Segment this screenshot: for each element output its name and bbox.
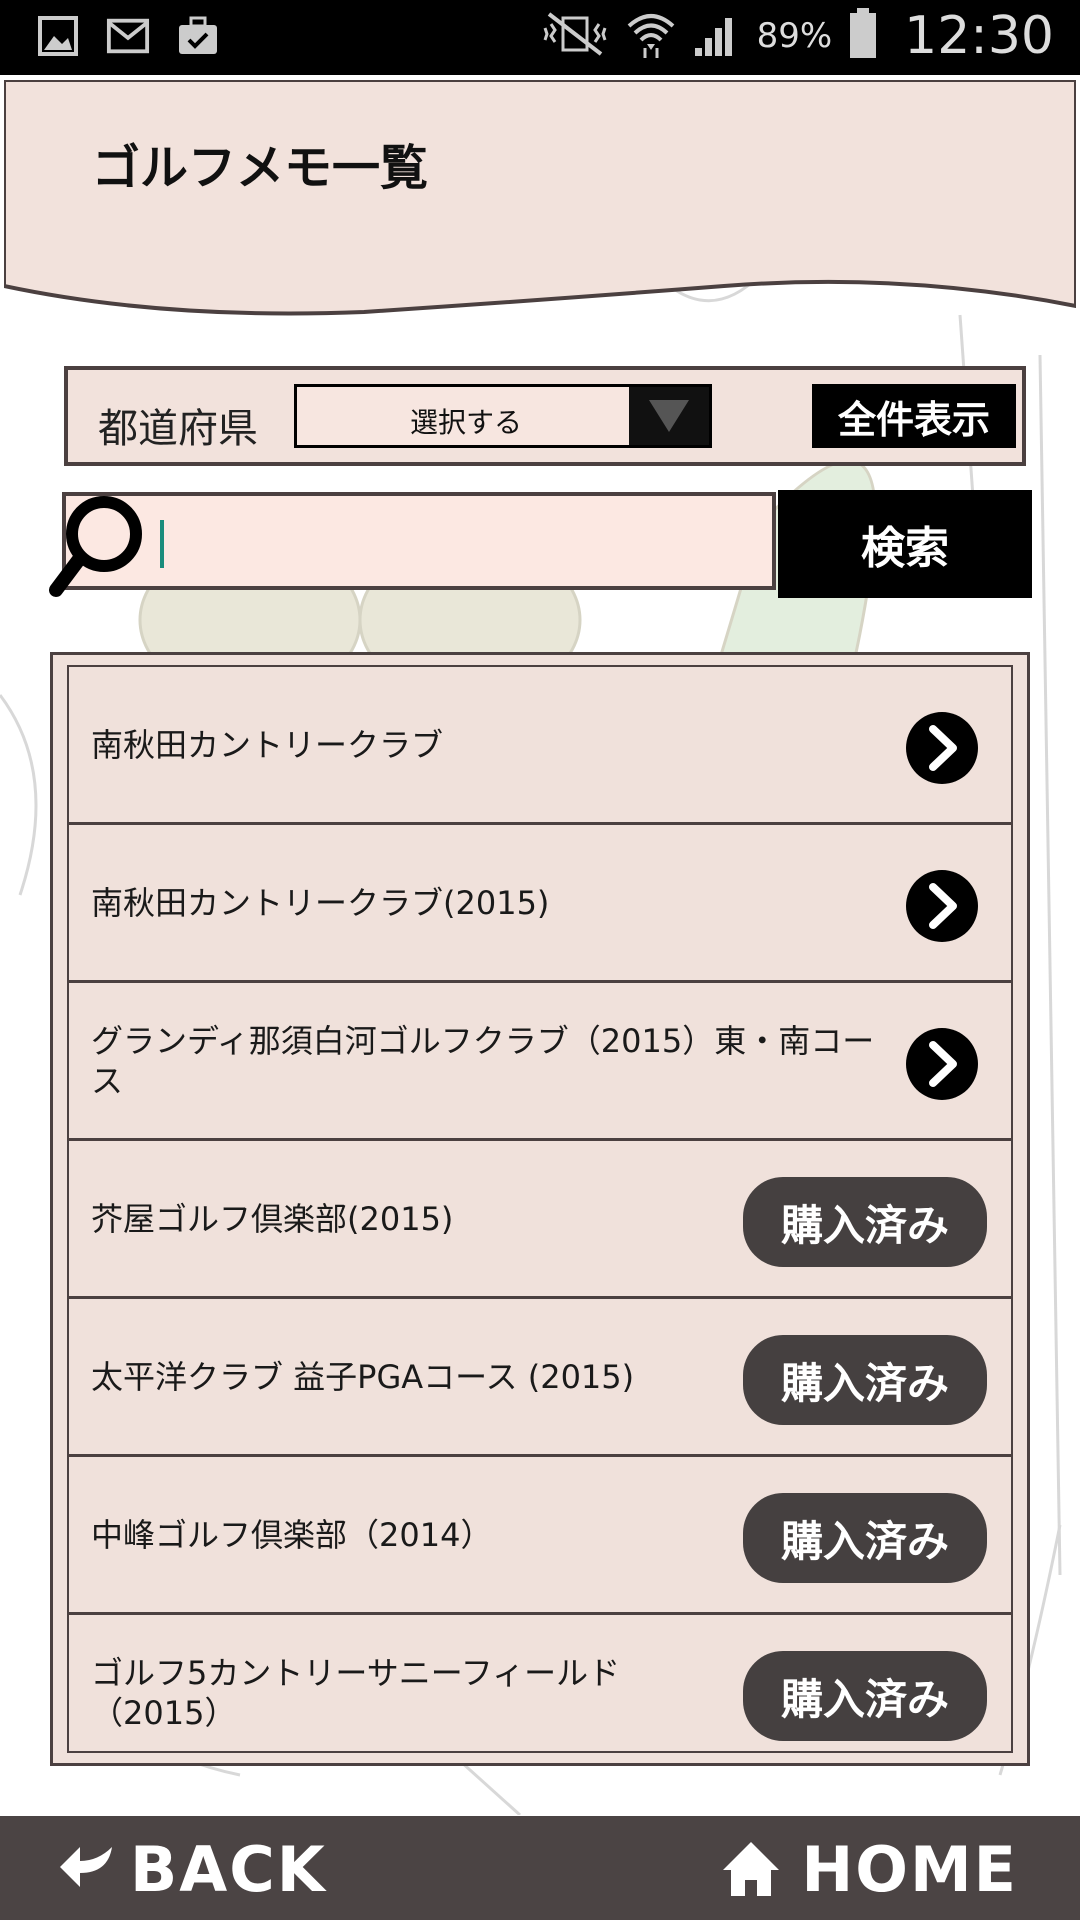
chevron-right-icon[interactable]: [905, 1027, 979, 1101]
course-list-inner: 南秋田カントリークラブ 南秋田カントリークラブ(2015) グランディ那須白河ゴ…: [67, 665, 1013, 1753]
list-item[interactable]: 南秋田カントリークラブ: [69, 667, 1011, 825]
list-item[interactable]: 芥屋ゴルフ倶楽部(2015) 購入済み: [69, 1141, 1011, 1299]
course-name: 中峰ゴルフ倶楽部（2014）: [91, 1515, 493, 1554]
search-button[interactable]: 検索: [778, 490, 1032, 598]
search-input[interactable]: [156, 508, 760, 574]
home-icon: [723, 1842, 780, 1896]
list-item[interactable]: 中峰ゴルフ倶楽部（2014） 購入済み: [69, 1457, 1011, 1615]
gallery-icon: [36, 14, 80, 58]
battery-icon: [848, 8, 878, 64]
home-button[interactable]: HOME: [721, 1832, 1018, 1906]
search-icon: [49, 496, 142, 597]
wifi-icon: [625, 8, 677, 64]
prefecture-select[interactable]: 選択する: [294, 384, 712, 448]
header: [4, 80, 1076, 320]
page-title: ゴルフメモ一覧: [92, 140, 429, 196]
chevron-right-icon[interactable]: [905, 711, 979, 785]
status-bar: 89% 12:30: [0, 0, 1080, 75]
briefcase-icon: [176, 14, 220, 58]
course-name: 太平洋クラブ 益子PGAコース (2015): [91, 1357, 635, 1396]
purchased-button[interactable]: 購入済み: [743, 1651, 987, 1741]
dropdown-arrow-icon: [629, 387, 709, 445]
prefecture-filter: 都道府県 選択する 全件表示: [64, 366, 1026, 466]
back-button[interactable]: BACK: [58, 1832, 327, 1906]
signal-icon: [693, 10, 741, 62]
search-box: [62, 492, 776, 590]
back-label: BACK: [130, 1832, 327, 1906]
course-name: グランディ那須白河ゴルフクラブ（2015）東・南コース: [91, 1021, 875, 1100]
list-item[interactable]: 太平洋クラブ 益子PGAコース (2015) 購入済み: [69, 1299, 1011, 1457]
gmail-icon: [106, 14, 150, 58]
purchased-button[interactable]: 購入済み: [743, 1335, 987, 1425]
list-item[interactable]: 南秋田カントリークラブ(2015): [69, 825, 1011, 983]
home-label: HOME: [801, 1832, 1018, 1906]
vibrate-icon: [541, 10, 609, 62]
back-arrow-icon: [60, 1847, 112, 1887]
course-name: 南秋田カントリークラブ(2015): [91, 883, 550, 922]
course-name: ゴルフ5カントリーサニーフィールド（2015）: [91, 1653, 621, 1732]
course-list: 南秋田カントリークラブ 南秋田カントリークラブ(2015) グランディ那須白河ゴ…: [50, 652, 1030, 1766]
clock: 12:30: [904, 6, 1054, 66]
prefecture-select-value: 選択する: [409, 406, 522, 439]
list-item[interactable]: グランディ那須白河ゴルフクラブ（2015）東・南コース: [69, 983, 1011, 1141]
list-item[interactable]: ゴルフ5カントリーサニーフィールド（2015） 購入済み: [69, 1615, 1011, 1751]
show-all-button[interactable]: 全件表示: [812, 384, 1016, 448]
battery-percent: 89%: [756, 16, 833, 56]
chevron-right-icon[interactable]: [905, 869, 979, 943]
course-name: 南秋田カントリークラブ: [91, 725, 444, 764]
purchased-button[interactable]: 購入済み: [743, 1493, 987, 1583]
purchased-button[interactable]: 購入済み: [743, 1177, 987, 1267]
prefecture-label: 都道府県: [98, 406, 258, 452]
bottom-nav-bar: BACK HOME: [0, 1816, 1080, 1920]
course-name: 芥屋ゴルフ倶楽部(2015): [91, 1199, 454, 1238]
header-banner: [4, 80, 1076, 316]
